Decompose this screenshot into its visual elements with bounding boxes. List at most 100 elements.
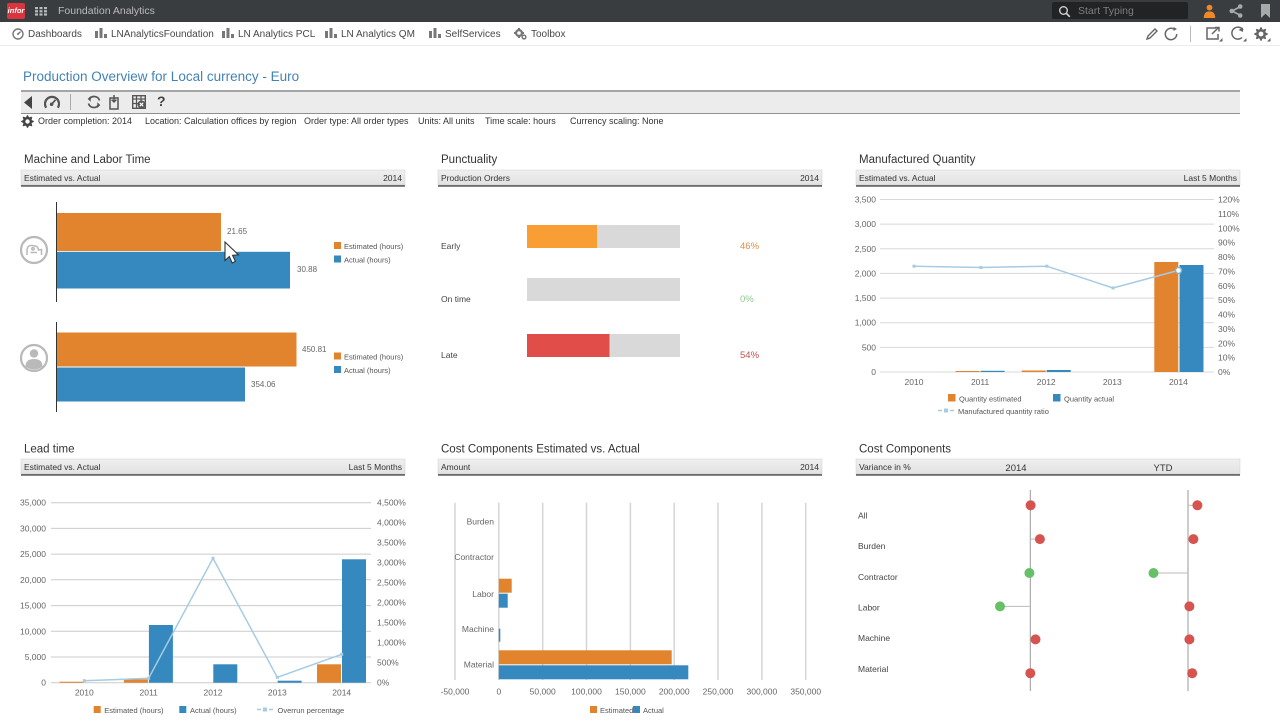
svg-text:2010: 2010: [905, 377, 924, 387]
svg-text:2012: 2012: [204, 688, 223, 698]
svg-text:110%: 110%: [1218, 209, 1240, 219]
svg-text:300,000: 300,000: [747, 687, 778, 697]
svg-text:Material: Material: [858, 664, 888, 674]
svg-text:2014: 2014: [800, 462, 819, 472]
svg-text:30.88: 30.88: [297, 265, 318, 274]
svg-text:20,000: 20,000: [20, 575, 46, 585]
svg-text:35,000: 35,000: [20, 498, 46, 508]
svg-text:Estimated: Estimated: [600, 706, 633, 715]
svg-text:2,000: 2,000: [855, 268, 877, 278]
svg-text:Estimated (hours): Estimated (hours): [344, 242, 404, 251]
svg-text:4,000%: 4,000%: [377, 518, 406, 528]
svg-text:2013: 2013: [268, 688, 287, 698]
svg-text:30%: 30%: [1218, 324, 1235, 334]
svg-text:-50,000: -50,000: [441, 687, 470, 697]
svg-text:2014: 2014: [1005, 463, 1026, 474]
svg-text:70%: 70%: [1218, 266, 1235, 276]
svg-text:Manufactured quantity ratio: Manufactured quantity ratio: [958, 407, 1049, 416]
svg-text:Cost Components: Cost Components: [859, 444, 951, 456]
svg-text:21.65: 21.65: [227, 227, 248, 236]
svg-text:50,000: 50,000: [530, 687, 556, 697]
svg-text:3,500%: 3,500%: [377, 538, 406, 548]
svg-text:50%: 50%: [1218, 295, 1235, 305]
svg-text:Last 5 Months: Last 5 Months: [1184, 173, 1237, 183]
svg-text:Late: Late: [441, 350, 458, 360]
svg-text:0%: 0%: [740, 294, 754, 305]
svg-text:46%: 46%: [740, 241, 760, 252]
svg-text:100%: 100%: [1218, 223, 1240, 233]
svg-text:60%: 60%: [1218, 281, 1235, 291]
svg-text:350,000: 350,000: [790, 687, 821, 697]
svg-text:Actual (hours): Actual (hours): [190, 706, 237, 715]
svg-text:Manufactured Quantity: Manufactured Quantity: [859, 154, 976, 166]
svg-text:354.06: 354.06: [251, 380, 276, 389]
svg-text:2014: 2014: [800, 173, 819, 183]
svg-text:Estimated (hours): Estimated (hours): [344, 353, 404, 362]
svg-text:Burden: Burden: [858, 541, 886, 551]
svg-text:0: 0: [41, 678, 46, 688]
svg-text:Estimated vs. Actual: Estimated vs. Actual: [24, 173, 101, 183]
svg-text:2014: 2014: [332, 688, 351, 698]
svg-text:10,000: 10,000: [20, 626, 46, 636]
svg-text:0%: 0%: [377, 678, 390, 688]
svg-text:Lead time: Lead time: [24, 444, 75, 456]
svg-text:Burden: Burden: [467, 516, 495, 526]
svg-text:500%: 500%: [377, 658, 399, 668]
svg-text:Overrun percentage: Overrun percentage: [278, 706, 345, 715]
svg-text:2,500%: 2,500%: [377, 578, 406, 588]
svg-text:150,000: 150,000: [615, 687, 646, 697]
svg-text:2013: 2013: [1103, 377, 1122, 387]
svg-text:40%: 40%: [1218, 310, 1235, 320]
svg-text:On time: On time: [441, 294, 471, 304]
svg-text:250,000: 250,000: [703, 687, 734, 697]
svg-text:100,000: 100,000: [571, 687, 602, 697]
svg-text:Actual (hours): Actual (hours): [344, 256, 391, 265]
svg-text:10%: 10%: [1218, 353, 1235, 363]
svg-text:4,500%: 4,500%: [377, 498, 406, 508]
svg-text:90%: 90%: [1218, 238, 1235, 248]
svg-text:2,000%: 2,000%: [377, 598, 406, 608]
svg-text:Machine: Machine: [462, 624, 494, 634]
svg-text:200,000: 200,000: [659, 687, 690, 697]
svg-text:2,500: 2,500: [855, 244, 877, 254]
svg-text:Estimated vs. Actual: Estimated vs. Actual: [859, 173, 936, 183]
svg-text:3,500: 3,500: [855, 195, 877, 205]
svg-text:2011: 2011: [140, 688, 159, 698]
svg-text:Variance in %: Variance in %: [859, 462, 911, 472]
svg-text:Quantity estimated: Quantity estimated: [959, 395, 1022, 404]
svg-text:0%: 0%: [1218, 367, 1231, 377]
svg-text:Cost Components Estimated vs.: Cost Components Estimated vs. Actual: [441, 444, 640, 456]
svg-text:Production Orders: Production Orders: [441, 173, 510, 183]
svg-text:2010: 2010: [75, 688, 94, 698]
svg-text:Early: Early: [441, 241, 461, 251]
svg-text:Last 5 Months: Last 5 Months: [349, 462, 402, 472]
svg-text:2014: 2014: [1169, 377, 1188, 387]
svg-text:2014: 2014: [383, 173, 402, 183]
svg-text:25,000: 25,000: [20, 549, 46, 559]
svg-text:2011: 2011: [971, 377, 990, 387]
svg-text:Labor: Labor: [858, 603, 880, 613]
svg-text:0: 0: [496, 687, 501, 697]
svg-text:5,000: 5,000: [25, 652, 47, 662]
svg-text:3,000%: 3,000%: [377, 558, 406, 568]
svg-text:1,000%: 1,000%: [377, 638, 406, 648]
svg-text:Machine: Machine: [858, 633, 890, 643]
svg-text:Labor: Labor: [472, 589, 494, 599]
svg-text:450.81: 450.81: [302, 345, 327, 354]
svg-text:120%: 120%: [1218, 195, 1240, 205]
svg-text:20%: 20%: [1218, 338, 1235, 348]
svg-text:Estimated vs. Actual: Estimated vs. Actual: [24, 462, 101, 472]
svg-text:Amount: Amount: [441, 462, 471, 472]
svg-text:15,000: 15,000: [20, 601, 46, 611]
svg-text:Punctuality: Punctuality: [441, 154, 498, 166]
svg-text:500: 500: [862, 342, 876, 352]
svg-text:Actual (hours): Actual (hours): [344, 366, 391, 375]
svg-text:Estimated (hours): Estimated (hours): [104, 706, 164, 715]
svg-text:Contractor: Contractor: [454, 552, 494, 562]
svg-text:All: All: [858, 510, 868, 520]
svg-text:30,000: 30,000: [20, 523, 46, 533]
svg-text:Contractor: Contractor: [858, 572, 898, 582]
svg-text:1,500%: 1,500%: [377, 618, 406, 628]
svg-text:Actual: Actual: [643, 706, 664, 715]
svg-text:Quantity actual: Quantity actual: [1064, 395, 1114, 404]
